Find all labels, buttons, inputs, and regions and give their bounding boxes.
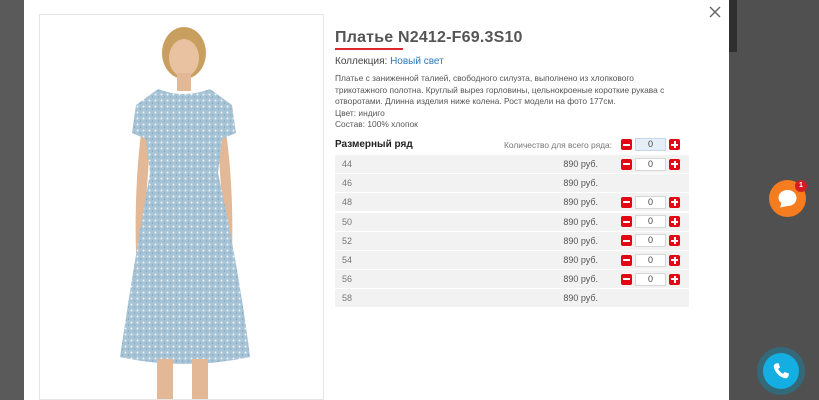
size-label: 54 xyxy=(342,255,353,265)
qty-decrement-button[interactable] xyxy=(621,216,632,228)
collection-link[interactable]: Новый свет xyxy=(390,56,444,67)
size-row: 52 890 руб. 0 xyxy=(335,231,689,250)
qty-decrement-button[interactable] xyxy=(621,235,632,247)
size-row: 44 890 руб. 0 xyxy=(335,155,689,173)
qty-input[interactable]: 0 xyxy=(635,253,666,267)
qty-increment-button[interactable] xyxy=(669,216,680,228)
size-price: 890 руб. xyxy=(563,197,598,208)
size-row: 48 890 руб. 0 xyxy=(335,193,689,212)
qty-input[interactable]: 0 xyxy=(635,195,666,209)
size-row: 46 890 руб. xyxy=(335,174,689,193)
size-price: 890 руб. xyxy=(563,235,598,246)
product-color: Цвет: индиго xyxy=(335,107,385,118)
close-icon xyxy=(709,6,721,18)
call-button[interactable] xyxy=(763,353,799,389)
size-label: 46 xyxy=(342,178,353,189)
qty-decrement-button[interactable] xyxy=(621,254,632,266)
qty-increment-button[interactable] xyxy=(669,254,680,266)
qty-input[interactable]: 0 xyxy=(635,272,666,286)
size-price: 890 руб. xyxy=(563,216,598,227)
qty-all-decrement-button[interactable] xyxy=(621,139,632,150)
qty-increment-button[interactable] xyxy=(669,273,680,285)
phone-icon xyxy=(773,363,789,379)
sizes-header: Размерный ряд Количество для всего ряда:… xyxy=(335,138,689,152)
qty-all-increment-button[interactable] xyxy=(669,139,680,150)
dress-photo-icon xyxy=(40,15,323,399)
qty-decrement-button[interactable] xyxy=(621,196,632,208)
chat-notification-badge: 1 xyxy=(795,180,807,192)
qty-increment-button[interactable] xyxy=(669,158,680,170)
size-price: 890 руб. xyxy=(563,159,598,169)
qty-increment-button[interactable] xyxy=(669,235,680,247)
qty-all-input[interactable]: 0 xyxy=(635,138,666,151)
size-label: 48 xyxy=(342,197,353,208)
product-composition: Состав: 100% хлопок xyxy=(335,119,418,130)
qty-all-label: Количество для всего ряда: xyxy=(504,140,612,150)
size-row: 54 890 руб. 0 xyxy=(335,251,689,269)
size-label: 58 xyxy=(342,293,353,304)
qty-increment-button[interactable] xyxy=(669,196,680,208)
qty-decrement-button[interactable] xyxy=(621,273,632,285)
product-description-block: Платье с заниженной талией, свободного с… xyxy=(335,73,687,131)
page-background-edge xyxy=(0,0,24,400)
product-photo[interactable] xyxy=(39,14,324,400)
page-background-header xyxy=(729,0,737,52)
collection-line: Коллекция: Новый свет xyxy=(335,56,444,67)
product-title: Платье N2412-F69.3S10 xyxy=(335,29,523,46)
product-description: Платье с заниженной талией, свободного с… xyxy=(335,73,665,107)
qty-input[interactable]: 0 xyxy=(635,157,666,171)
size-row: 50 890 руб. 0 xyxy=(335,212,689,231)
size-label: 52 xyxy=(342,235,353,246)
qty-input[interactable]: 0 xyxy=(635,215,666,229)
size-label: 50 xyxy=(342,216,353,227)
size-price: 890 руб. xyxy=(563,255,598,265)
collection-label: Коллекция: xyxy=(335,56,388,67)
size-label: 44 xyxy=(342,159,353,169)
close-button[interactable] xyxy=(707,4,723,20)
size-price: 890 руб. xyxy=(563,274,598,285)
size-row: 58 890 руб. xyxy=(335,289,689,308)
title-underline xyxy=(335,48,403,50)
sizes-title: Размерный ряд xyxy=(335,139,413,150)
size-row: 56 890 руб. 0 xyxy=(335,270,689,289)
size-price: 890 руб. xyxy=(563,293,598,304)
qty-decrement-button[interactable] xyxy=(621,158,632,170)
qty-input[interactable]: 0 xyxy=(635,234,666,248)
size-price: 890 руб. xyxy=(563,178,598,189)
size-label: 56 xyxy=(342,274,353,285)
